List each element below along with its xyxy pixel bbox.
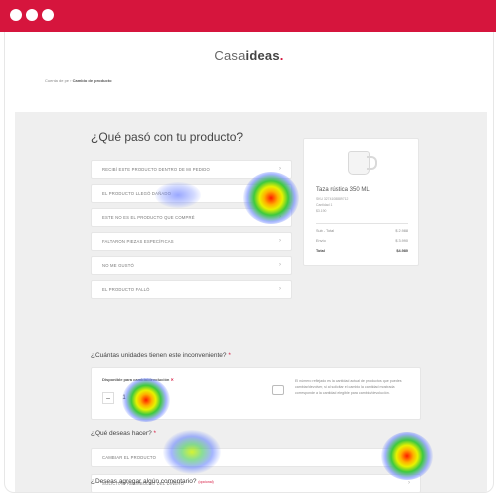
quantity-question: ¿Cuántas unidades tienen este inconvenie… [91, 352, 231, 359]
chevron-right-icon: › [279, 238, 281, 244]
product-price: $3.190 [316, 209, 327, 213]
product-summary-card: Taza rústica 350 ML SKU 3274108889712 Ca… [303, 138, 419, 266]
decrease-button[interactable]: − [102, 392, 114, 404]
quantity-box: Disponible para cambio/devolución ✕ − 1 … [91, 367, 421, 420]
reason-option[interactable]: ESTE NO ES EL PRODUCTO QUE COMPRÉ › [91, 208, 292, 227]
product-name: Taza rústica 350 ML [316, 187, 370, 193]
breadcrumb-current: Cambio de producto [72, 78, 112, 83]
action-option-exchange[interactable]: CAMBIAR EL PRODUCTO › [91, 448, 421, 467]
reason-option[interactable]: RECIBÍ ESTE PRODUCTO DENTRO DE MI PEDIDO… [91, 160, 292, 179]
chat-icon [272, 385, 284, 395]
comment-question: ¿Deseas agregar algún comentario? (opcio… [91, 478, 214, 485]
breadcrumb: Cuenta de pe › Cambio de producto [45, 78, 112, 83]
close-icon: ✕ [170, 377, 174, 382]
chevron-right-icon: › [279, 262, 281, 268]
page-title: ¿Qué pasó con tu producto? [91, 130, 244, 144]
product-sku: SKU 3274108889712 [316, 197, 349, 201]
chevron-right-icon: › [279, 190, 281, 196]
product-image [304, 139, 420, 183]
reason-option[interactable]: FALTARON PIEZAS ESPECÍFICAS › [91, 232, 292, 251]
reason-option[interactable]: EL PRODUCTO FALLÓ › [91, 280, 292, 299]
return-form: ¿Qué pasó con tu producto? RECIBÍ ESTE P… [15, 112, 487, 492]
breadcrumb-parent[interactable]: Cuenta de pe [45, 78, 69, 83]
site-logo[interactable]: Casaideas. [5, 48, 493, 63]
browser-viewport: Casaideas. Cuenta de pe › Cambio de prod… [4, 32, 494, 493]
chevron-right-icon: › [408, 454, 410, 460]
quantity-label: Disponible para cambio/devolución ✕ [102, 377, 174, 382]
summary-subtotal: Sub - Total $ 2.988 [316, 229, 408, 233]
quantity-value[interactable]: 1 [118, 392, 130, 404]
window-dot-2[interactable] [26, 9, 38, 21]
divider [316, 223, 408, 224]
chevron-right-icon: › [279, 286, 281, 292]
chevron-right-icon: › [408, 480, 410, 486]
window-dot-3[interactable] [42, 9, 54, 21]
chevron-right-icon: › [279, 166, 281, 172]
window-dot-1[interactable] [10, 9, 22, 21]
action-question: ¿Qué deseas hacer? * [91, 430, 157, 437]
reason-option[interactable]: EL PRODUCTO LLEGÓ DAÑADO › [91, 184, 292, 203]
site-header: Casaideas. Cuenta de pe › Cambio de prod… [5, 32, 493, 108]
summary-shipping: Envío $ 3.990 [316, 239, 408, 243]
reason-option[interactable]: NO ME GUSTÓ › [91, 256, 292, 275]
summary-total: Total $4.980 [316, 249, 408, 253]
product-quantity: Cantidad 1 [316, 203, 333, 207]
quantity-note: El número reflejado es la cantidad actua… [295, 379, 402, 395]
browser-title-bar [0, 0, 496, 32]
chevron-right-icon: › [279, 214, 281, 220]
